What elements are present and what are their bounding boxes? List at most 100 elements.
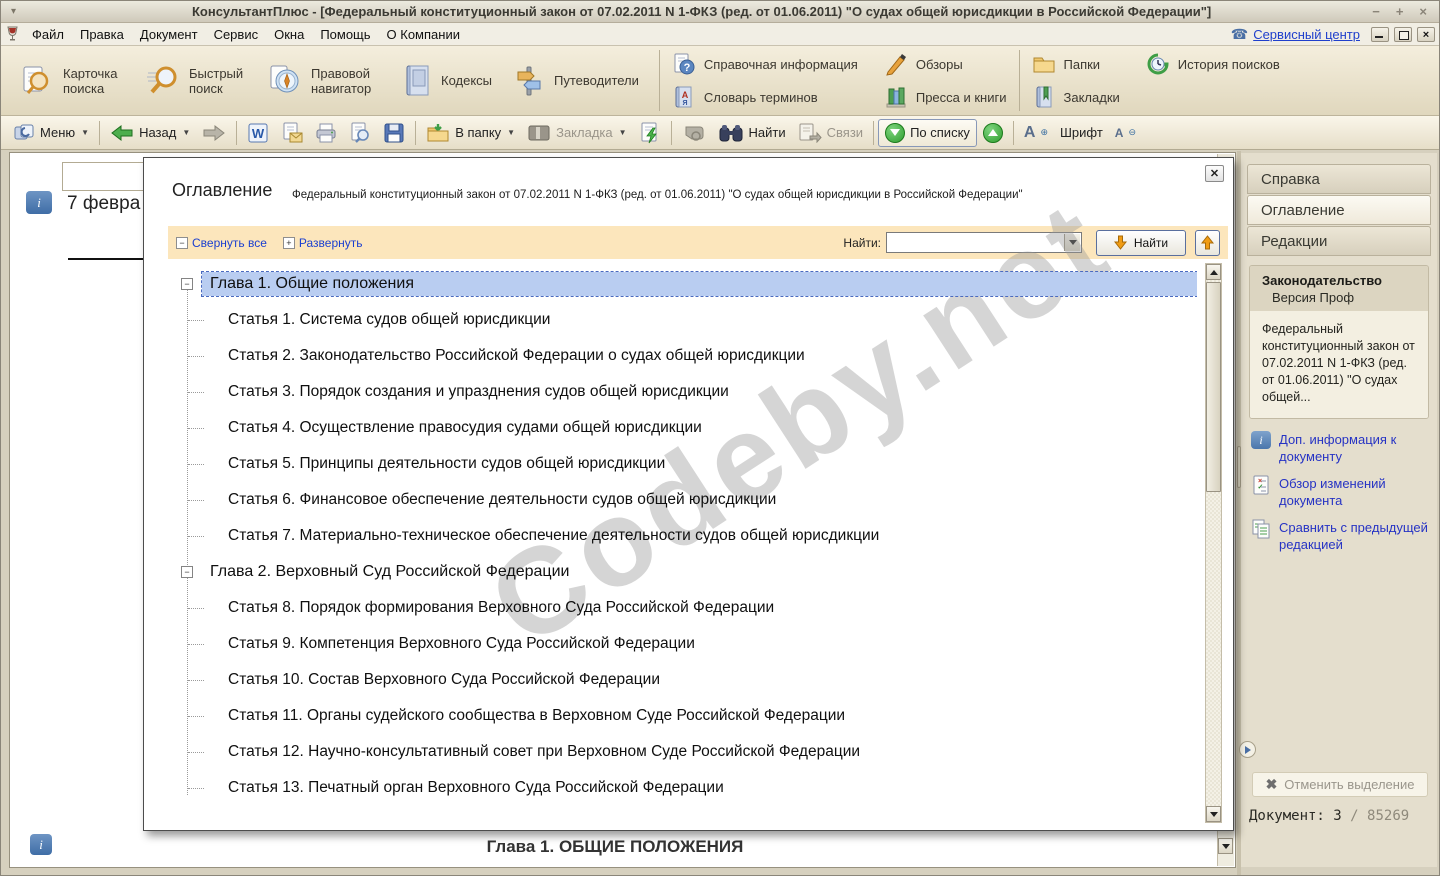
close-button[interactable]: ×	[1419, 4, 1427, 19]
toc-tree-item[interactable]: Статья 2. Законодательство Российской Фе…	[150, 338, 1197, 374]
expand-all-link[interactable]: Развернуть	[299, 236, 363, 250]
menu-edit[interactable]: Правка	[72, 25, 132, 44]
tab-help[interactable]: Справка	[1247, 164, 1431, 194]
find-combobox[interactable]	[886, 232, 1082, 253]
cp-menu-icon	[13, 123, 35, 143]
legal-navigator-button[interactable]: Правовой навигатор	[257, 59, 393, 103]
mdi-restore-button[interactable]	[1394, 27, 1412, 42]
combo-dropdown-icon[interactable]	[1064, 234, 1080, 251]
font-decrease-button[interactable]: A⊖	[1109, 123, 1142, 143]
search-history-label: История поисков	[1178, 57, 1280, 72]
orange-up-arrow-icon	[1201, 235, 1214, 250]
menu-document[interactable]: Документ	[132, 25, 206, 44]
collapse-toggle-icon[interactable]: −	[181, 566, 193, 578]
scroll-thumb[interactable]	[1206, 282, 1221, 492]
collapse-all-link[interactable]: Свернуть все	[192, 236, 267, 250]
toc-tree-item[interactable]: Статья 12. Научно-консультативный совет …	[150, 734, 1197, 770]
toc-tree-item[interactable]: Статья 5. Принципы деятельности судов об…	[150, 446, 1197, 482]
bookmarks-button[interactable]: Закладки	[1032, 81, 1120, 114]
sidebar-collapse-toggle[interactable]	[1239, 741, 1256, 758]
toc-tree-item[interactable]: Статья 3. Порядок создания и упразднения…	[150, 374, 1197, 410]
menu-about[interactable]: О Компании	[379, 25, 468, 44]
toc-tree-item[interactable]: Статья 7. Материально-техническое обеспе…	[150, 518, 1197, 554]
toc-tree-item[interactable]: Статья 8. Порядок формирования Верховног…	[150, 590, 1197, 626]
toc-tree-item[interactable]: Статья 6. Финансовое обеспечение деятель…	[150, 482, 1197, 518]
term-dictionary-button[interactable]: АЯ Словарь терминов	[672, 81, 858, 114]
reviews-button[interactable]: Обзоры	[884, 48, 1007, 81]
search-history-button[interactable]: История поисков	[1146, 48, 1280, 81]
find-button[interactable]: Найти	[712, 120, 792, 146]
collapse-all-icon[interactable]: −	[176, 237, 188, 249]
phone-icon: ☎	[1231, 26, 1248, 43]
mdi-minimize-button[interactable]	[1371, 27, 1389, 42]
dialog-scrollbar[interactable]	[1205, 263, 1222, 823]
to-list-button[interactable]: По списку	[878, 119, 977, 147]
guides-button[interactable]: Путеводители	[502, 59, 649, 103]
folders-button[interactable]: Папки	[1032, 48, 1120, 81]
minimize-button[interactable]: −	[1372, 4, 1380, 19]
toc-tree-item[interactable]: − Глава 2. Верховный Суд Российской Феде…	[150, 554, 1197, 590]
collapse-toggle-icon[interactable]: −	[181, 278, 193, 290]
compare-editions-link[interactable]: Сравнить с предыдущей редакцией	[1241, 514, 1437, 558]
menu-dropdown-button[interactable]: Меню▼	[7, 120, 95, 146]
info-icon[interactable]: i	[30, 834, 52, 855]
codes-button[interactable]: Кодексы	[393, 59, 502, 103]
toc-tree-item[interactable]: Статья 9. Компетенция Верховного Суда Ро…	[150, 626, 1197, 662]
preview-button[interactable]	[343, 119, 377, 147]
info-icon[interactable]: i	[26, 191, 52, 214]
up-in-list-button[interactable]	[977, 120, 1009, 146]
links-button[interactable]: Связи	[792, 120, 869, 146]
toc-item-label: Статья 4. Осуществление правосудия судам…	[220, 416, 710, 440]
toc-tree-item[interactable]: Статья 10. Состав Верховного Суда Россий…	[150, 662, 1197, 698]
print-button[interactable]	[309, 119, 343, 147]
legal-navigator-icon	[267, 63, 303, 99]
scroll-down-icon[interactable]	[1218, 838, 1233, 854]
menu-file[interactable]: Файл	[24, 25, 72, 44]
reviews-label: Обзоры	[916, 57, 963, 72]
quick-search-button[interactable]: Быстрый поиск	[135, 59, 257, 103]
toc-find-button[interactable]: Найти	[1096, 230, 1186, 256]
to-folder-button[interactable]: В папку▼	[420, 120, 521, 146]
edit-document-button[interactable]	[633, 119, 667, 147]
hand-tool-button[interactable]	[676, 120, 712, 146]
mdi-close-button[interactable]: ×	[1417, 27, 1435, 42]
export-word-button[interactable]: W	[241, 119, 275, 147]
forward-button[interactable]	[196, 121, 232, 145]
menu-help[interactable]: Помощь	[312, 25, 378, 44]
bookmark-button[interactable]: Закладка▼	[521, 120, 632, 146]
menu-service[interactable]: Сервис	[206, 25, 267, 44]
maximize-button[interactable]: +	[1396, 4, 1404, 19]
toc-tree-item[interactable]: − Глава 1. Общие положения	[150, 266, 1197, 302]
window-menu-icon[interactable]: ▾	[11, 6, 31, 17]
toc-tree-item[interactable]: Статья 1. Система судов общей юрисдикции	[150, 302, 1197, 338]
changes-overview-link[interactable]: ×✓ Обзор изменений документа	[1241, 470, 1437, 514]
toc-item-label: Статья 8. Порядок формирования Верховног…	[220, 596, 782, 620]
search-card-button[interactable]: Карточка поиска	[9, 59, 135, 103]
expand-all-icon[interactable]: +	[283, 237, 295, 249]
word-icon: W	[247, 122, 269, 144]
toc-tree-item[interactable]: Статья 13. Печатный орган Верховного Суд…	[150, 770, 1197, 806]
save-button[interactable]	[377, 119, 411, 147]
menu-windows[interactable]: Окна	[266, 25, 312, 44]
toc-tree-item[interactable]: Статья 11. Органы судейского сообщества …	[150, 698, 1197, 734]
tab-contents[interactable]: Оглавление	[1247, 195, 1431, 225]
find-input[interactable]	[888, 234, 1060, 251]
additional-info-link[interactable]: i Доп. информация к документу	[1241, 426, 1437, 470]
cancel-selection-button[interactable]: ✖ Отменить выделение	[1252, 772, 1428, 797]
tab-editions[interactable]: Редакции	[1247, 226, 1431, 256]
toc-tree-item[interactable]: Статья 4. Осуществление правосудия судам…	[150, 410, 1197, 446]
workspace: i 7 февра Глава 1. ОБЩИЕ ПОЛОЖЕНИЯ i Спр…	[1, 151, 1439, 875]
press-books-button[interactable]: Пресса и книги	[884, 81, 1007, 114]
reference-info-button[interactable]: ? Справочная информация	[672, 48, 858, 81]
scroll-down-icon[interactable]	[1206, 806, 1221, 822]
dialog-close-button[interactable]: ✕	[1205, 165, 1224, 182]
send-mail-button[interactable]	[275, 119, 309, 147]
toc-up-button[interactable]	[1195, 230, 1220, 256]
service-center-link[interactable]: Сервисный центр	[1253, 27, 1360, 42]
term-dictionary-label: Словарь терминов	[704, 90, 818, 105]
scroll-up-icon[interactable]	[1206, 264, 1221, 280]
legal-navigator-label: Правовой навигатор	[311, 66, 383, 96]
back-button[interactable]: Назад▼	[104, 121, 196, 145]
font-increase-button[interactable]: A⊕	[1018, 121, 1054, 145]
toc-item-label: Статья 6. Финансовое обеспечение деятель…	[220, 488, 784, 512]
